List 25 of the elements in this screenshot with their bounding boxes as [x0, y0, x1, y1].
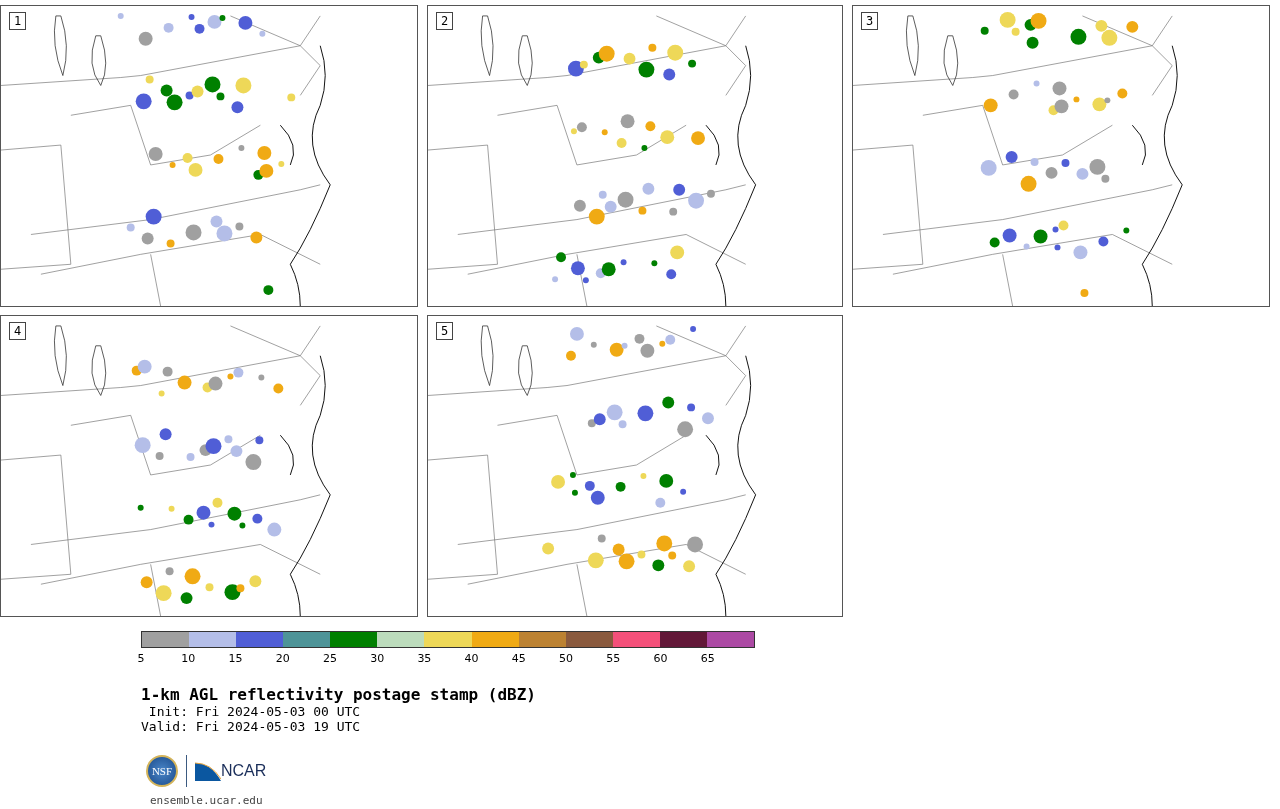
panel-number: 4 [9, 322, 27, 340]
colorbar-tick-label: 10 [181, 652, 196, 665]
colorbar-tick-label: 5 [137, 652, 145, 665]
chart-title: 1-km AGL reflectivity postage stamp (dBZ) [141, 685, 537, 704]
valid-time: Valid: Fri 2024-05-03 19 UTC [141, 719, 362, 734]
colorbar-tick-label: 50 [559, 652, 574, 665]
colorbar-tick-label: 60 [653, 652, 668, 665]
nsf-logo: NSF [146, 755, 178, 787]
colorbar-tick-label: 45 [511, 652, 526, 665]
ncar-logo: NCAR [221, 762, 267, 780]
colorbar-tick-label: 15 [228, 652, 243, 665]
swoosh-icon [195, 761, 221, 781]
colorbar-tick-label: 40 [464, 652, 479, 665]
colorbar-tick-label: 25 [322, 652, 337, 665]
init-time: Init: Fri 2024-05-03 00 UTC [147, 704, 362, 719]
panel-number: 3 [861, 12, 879, 30]
colorbar-tick-label: 35 [417, 652, 432, 665]
colorbar-tick-label: 30 [370, 652, 385, 665]
colorbar-tick-label: 65 [700, 652, 715, 665]
website-url: ensemble.ucar.edu [150, 794, 264, 807]
colorbar-tick-label: 55 [606, 652, 621, 665]
panel-number: 1 [9, 12, 27, 30]
panel-number: 2 [436, 12, 454, 30]
colorbar-tick-label: 20 [275, 652, 290, 665]
panel-number: 5 [436, 322, 454, 340]
